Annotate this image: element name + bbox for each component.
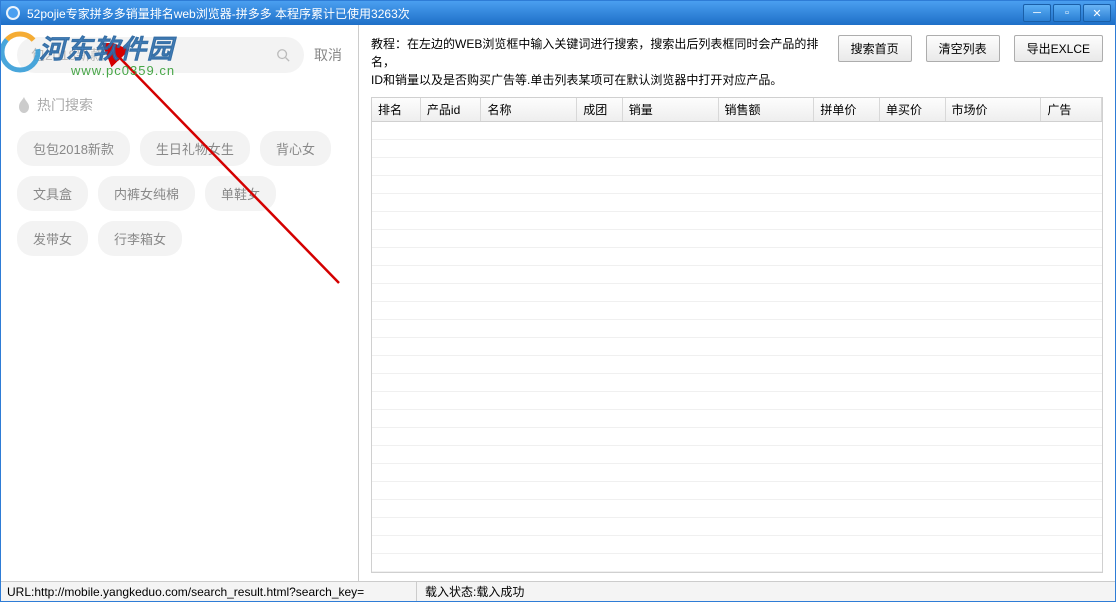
table-row[interactable] xyxy=(372,500,1102,518)
hot-tag[interactable]: 包包2018新款 xyxy=(17,131,130,166)
window-title: 52pojie专家拼多多销量排名web浏览器-拼多多 本程序累计已使用3263次 xyxy=(27,5,1023,22)
table-row[interactable] xyxy=(372,194,1102,212)
col-market-price[interactable]: 市场价 xyxy=(945,98,1041,122)
table-row[interactable] xyxy=(372,320,1102,338)
table-row[interactable] xyxy=(372,302,1102,320)
table-row[interactable] xyxy=(372,122,1102,140)
table-row[interactable] xyxy=(372,266,1102,284)
col-single-price[interactable]: 单买价 xyxy=(879,98,945,122)
clear-list-button[interactable]: 清空列表 xyxy=(926,35,1000,62)
hot-tag[interactable]: 内裤女纯棉 xyxy=(98,176,195,211)
col-group-price[interactable]: 拼单价 xyxy=(814,98,880,122)
hot-search-title: 热门搜索 xyxy=(17,95,342,115)
col-group[interactable]: 成团 xyxy=(577,98,622,122)
results-table[interactable]: 排名 产品id 名称 成团 销量 销售额 拼单价 单买价 市场价 广告 xyxy=(371,97,1103,573)
titlebar: 52pojie专家拼多多销量排名web浏览器-拼多多 本程序累计已使用3263次… xyxy=(1,1,1115,25)
table-row[interactable] xyxy=(372,158,1102,176)
close-button[interactable]: ✕ xyxy=(1083,4,1111,22)
table-row[interactable] xyxy=(372,554,1102,572)
table-row[interactable] xyxy=(372,392,1102,410)
statusbar: URL:http://mobile.yangkeduo.com/search_r… xyxy=(1,581,1115,601)
instructions-text: 教程：在左边的WEB浏览框中输入关键词进行搜索，搜索出后列表框同时会产品的排名，… xyxy=(371,35,824,89)
search-placeholder: 包2018新款 xyxy=(31,45,270,65)
col-ad[interactable]: 广告 xyxy=(1041,98,1102,122)
table-row[interactable] xyxy=(372,374,1102,392)
col-rank[interactable]: 排名 xyxy=(372,98,420,122)
hot-tags: 包包2018新款 生日礼物女生 背心女 文具盒 内裤女纯棉 单鞋女 发带女 行李… xyxy=(17,131,342,256)
flame-icon xyxy=(17,97,31,113)
hot-tag[interactable]: 单鞋女 xyxy=(205,176,276,211)
minimize-button[interactable]: ─ xyxy=(1023,4,1051,22)
table-row[interactable] xyxy=(372,338,1102,356)
table-row[interactable] xyxy=(372,212,1102,230)
table-row[interactable] xyxy=(372,410,1102,428)
table-row[interactable] xyxy=(372,446,1102,464)
table-row[interactable] xyxy=(372,140,1102,158)
table-row[interactable] xyxy=(372,572,1102,574)
maximize-button[interactable]: ▫ xyxy=(1053,4,1081,22)
hot-tag[interactable]: 背心女 xyxy=(260,131,331,166)
hot-tag[interactable]: 文具盒 xyxy=(17,176,88,211)
table-row[interactable] xyxy=(372,230,1102,248)
table-row[interactable] xyxy=(372,248,1102,266)
left-panel: 包2018新款 取消 热门搜索 包包2018新款 生日礼物女生 背心女 文具盒 … xyxy=(1,25,359,581)
search-icon xyxy=(276,48,290,62)
search-input[interactable]: 包2018新款 xyxy=(17,37,304,73)
export-excel-button[interactable]: 导出EXLCE xyxy=(1014,35,1103,62)
col-product-id[interactable]: 产品id xyxy=(420,98,481,122)
status-load: 载入状态:载入成功 xyxy=(425,583,524,600)
hot-tag[interactable]: 生日礼物女生 xyxy=(140,131,250,166)
table-row[interactable] xyxy=(372,356,1102,374)
app-icon xyxy=(5,5,21,21)
col-revenue[interactable]: 销售额 xyxy=(718,98,814,122)
table-row[interactable] xyxy=(372,536,1102,554)
table-row[interactable] xyxy=(372,428,1102,446)
table-row[interactable] xyxy=(372,464,1102,482)
search-home-button[interactable]: 搜索首页 xyxy=(838,35,912,62)
table-header-row: 排名 产品id 名称 成团 销量 销售额 拼单价 单买价 市场价 广告 xyxy=(372,98,1102,122)
right-panel: 教程：在左边的WEB浏览框中输入关键词进行搜索，搜索出后列表框同时会产品的排名，… xyxy=(359,25,1115,581)
col-sales[interactable]: 销量 xyxy=(622,98,718,122)
hot-tag[interactable]: 行李箱女 xyxy=(98,221,182,256)
table-row[interactable] xyxy=(372,176,1102,194)
hot-tag[interactable]: 发带女 xyxy=(17,221,88,256)
table-row[interactable] xyxy=(372,482,1102,500)
table-row[interactable] xyxy=(372,284,1102,302)
cancel-button[interactable]: 取消 xyxy=(314,45,342,65)
status-url: URL:http://mobile.yangkeduo.com/search_r… xyxy=(7,582,417,601)
table-row[interactable] xyxy=(372,518,1102,536)
col-name[interactable]: 名称 xyxy=(481,98,577,122)
